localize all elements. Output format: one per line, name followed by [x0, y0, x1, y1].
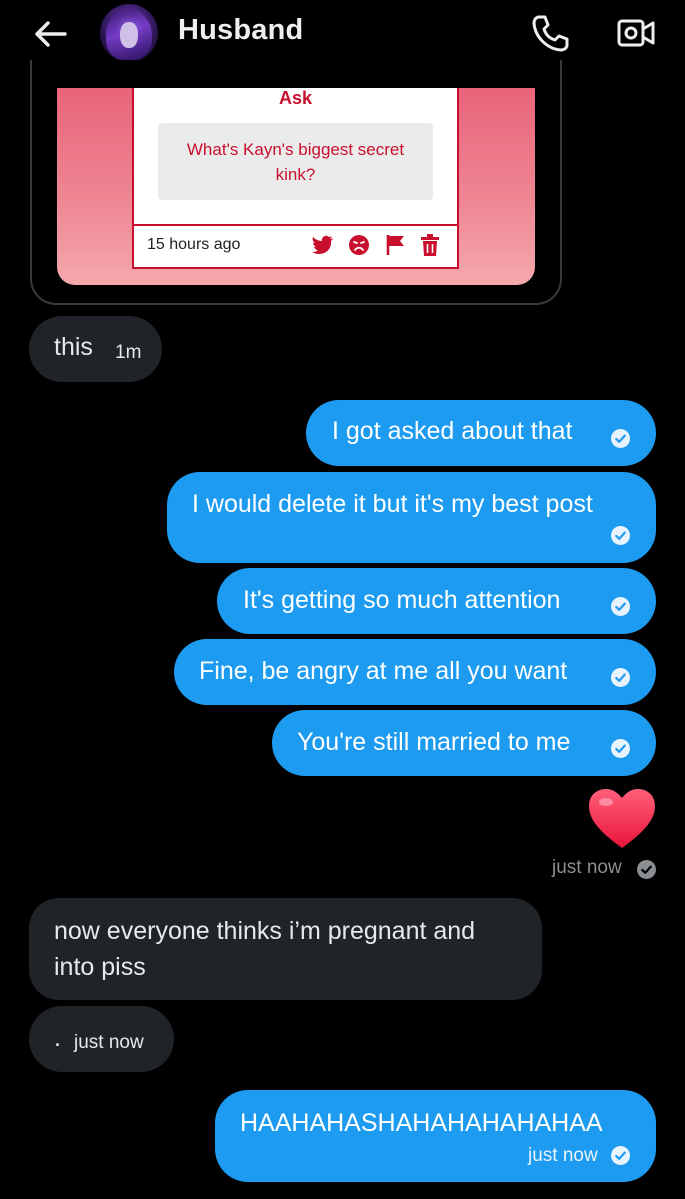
incoming-message[interactable]: this 1m [29, 316, 162, 382]
message-text: this [54, 333, 93, 361]
read-check-icon [611, 429, 630, 448]
message-text: It's getting so much attention [243, 586, 561, 614]
message-text-line-2: into piss [54, 953, 146, 981]
message-text: You're still married to me [297, 728, 571, 756]
divider [134, 224, 457, 226]
message-text: I would delete it but it's my best post [192, 490, 593, 518]
flag-icon [385, 234, 407, 256]
arrow-left-icon [35, 21, 67, 47]
message-time: just now [552, 857, 622, 878]
message-text: I got asked about that [332, 417, 573, 445]
read-check-icon [611, 526, 630, 545]
ask-question: What's Kayn's biggest secret kink? [158, 123, 433, 200]
trash-icon [419, 234, 441, 256]
conversation-title[interactable]: Husband [178, 14, 303, 47]
read-check-icon [611, 1146, 630, 1165]
read-check-icon [611, 739, 630, 758]
heart-icon [589, 789, 655, 848]
outgoing-message[interactable]: HAAHAHASHAHAHAHAHAHAA just now [215, 1090, 656, 1182]
video-camera-icon [617, 19, 655, 47]
message-text: Fine, be angry at me all you want [199, 657, 568, 685]
message-text: . [54, 1024, 61, 1052]
outgoing-message[interactable]: Fine, be angry at me all you want [174, 639, 656, 705]
ask-heading: Ask [278, 88, 313, 108]
message-time: just now [74, 1032, 144, 1053]
avatar[interactable] [100, 4, 158, 62]
incoming-message[interactable]: . just now [29, 1006, 174, 1072]
message-time: 1m [115, 342, 142, 363]
outgoing-message[interactable]: I got asked about that [306, 400, 656, 466]
back-button[interactable] [28, 14, 72, 54]
message-text: HAAHAHASHAHAHAHAHAHAA [240, 1109, 603, 1137]
read-check-icon [611, 668, 630, 687]
outgoing-message[interactable]: It's getting so much attention [217, 568, 656, 634]
angry-face-icon [348, 234, 370, 256]
message-text-line-1: now everyone thinks i’m pregnant and [54, 917, 476, 945]
phone-icon [532, 15, 569, 52]
ask-timestamp: 15 hours ago [147, 236, 241, 253]
read-check-icon [637, 860, 656, 879]
outgoing-message[interactable]: You're still married to me [272, 710, 656, 776]
video-call-button[interactable] [610, 10, 662, 56]
read-check-icon [611, 597, 630, 616]
twitter-bird-icon [312, 234, 334, 256]
outgoing-message[interactable]: I would delete it but it's my best post [167, 472, 656, 563]
incoming-message[interactable]: now everyone thinks i’m pregnant and int… [29, 898, 542, 1000]
message-time: just now [528, 1145, 598, 1166]
ask-box: Ask What's Kayn's biggest secret kink? 1… [132, 88, 459, 269]
call-button[interactable] [526, 10, 574, 56]
heart-emoji-message[interactable] [586, 786, 658, 852]
